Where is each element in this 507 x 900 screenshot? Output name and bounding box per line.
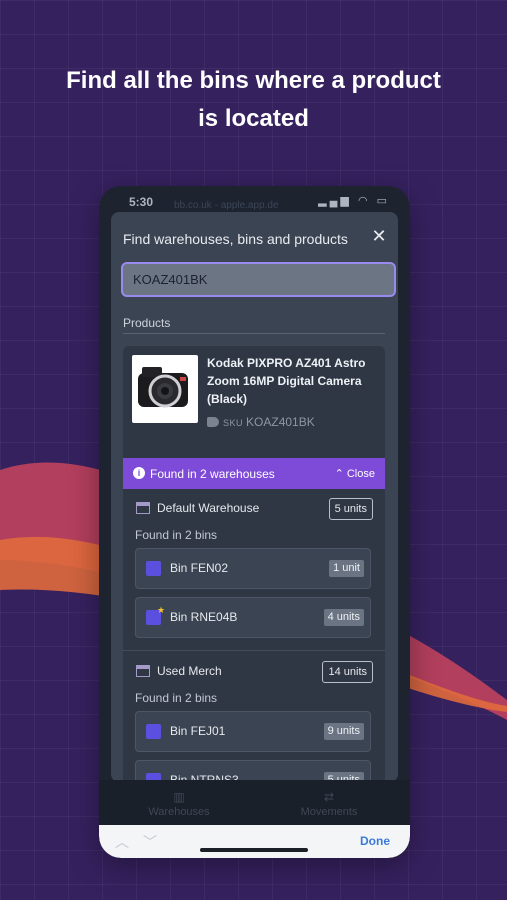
chevron-down-icon[interactable]: ﹀ [143,832,157,852]
product-image [132,355,198,423]
tab-label: Warehouses [148,806,210,818]
search-sheet: Find warehouses, bins and products ✕ KOA… [111,212,398,782]
tag-icon [207,417,219,427]
done-button[interactable]: Done [360,834,390,848]
warehouse-units-badge: 5 units [328,498,373,520]
bin-units-badge: 1 unit [329,560,364,577]
phone-frame: 5:30 ▂▄▆ ◠ ▭ bb.co.uk - apple.app.de Fin… [99,186,410,858]
warehouses-tab-icon: ▥ [173,790,185,804]
bin-units-badge: 9 units [323,723,364,740]
bin-row[interactable]: Bin FEJ01 9 units [135,711,371,752]
warehouse-section: Default Warehouse 5 units Found in 2 bin… [123,489,385,645]
background-url-text: bb.co.uk - apple.app.de [174,200,279,211]
home-indicator [200,848,308,852]
product-card[interactable]: Kodak PIXPRO AZ401 Astro Zoom 16MP Digit… [123,346,385,782]
bin-name: Bin FEJ01 [170,724,226,738]
sku-label: SKU [223,418,244,428]
keyboard-accessory-bar: ︿ ﹀ Done [99,825,410,858]
bin-name: Bin RNE04B [170,610,238,624]
movements-tab-icon: ⇄ [323,790,335,804]
chevron-up-icon[interactable]: ︿ [115,832,129,852]
bin-icon [146,561,161,576]
headline-line-1: Find all the bins where a product [66,67,441,94]
tab-movements[interactable]: ⇄ Movements [269,790,389,818]
bin-row[interactable]: ★ Bin RNE04B 4 units [135,597,371,638]
info-icon: i [133,467,145,479]
bin-row[interactable]: Bin FEN02 1 unit [135,548,371,589]
bin-icon [146,724,161,739]
headline: Find all the bins where a product is loc… [0,62,507,138]
close-icon[interactable]: ✕ [367,224,391,248]
warehouse-divider [123,650,385,651]
collapse-close-button[interactable]: ⌃ Close [335,467,375,480]
warehouse-icon [136,502,150,514]
tab-label: Movements [300,806,358,818]
star-icon: ★ [157,605,166,615]
tab-warehouses[interactable]: ▥ Warehouses [119,790,239,818]
warehouse-section: Used Merch 14 units Found in 2 bins Bin … [123,652,385,782]
found-warehouses-text: Found in 2 warehouses [150,467,275,481]
found-warehouses-bar: i Found in 2 warehouses ⌃ Close [123,458,385,489]
section-label-products: Products [123,316,171,330]
warehouse-icon [136,665,150,677]
product-sku: SKU KOAZ401BK [207,415,315,429]
status-icons: ▂▄▆ ◠ ▭ [318,195,390,207]
bin-name: Bin FEN02 [170,561,229,575]
found-bins-text: Found in 2 bins [135,691,218,705]
found-bins-text: Found in 2 bins [135,528,218,542]
product-name: Kodak PIXPRO AZ401 Astro Zoom 16MP Digit… [207,356,366,406]
status-time: 5:30 [129,195,154,209]
headline-line-2: is located [198,105,309,132]
camera-icon [138,367,188,408]
sheet-title: Find warehouses, bins and products [123,231,348,247]
warehouse-name: Default Warehouse [157,501,260,515]
sku-value: KOAZ401BK [246,415,315,429]
section-divider [123,333,385,334]
tab-bar: ▥ Warehouses ⇄ Movements [99,780,410,825]
bin-row[interactable]: Bin NTRNS3 5 units [135,760,371,782]
warehouse-name: Used Merch [157,664,222,678]
search-input[interactable]: KOAZ401BK [121,262,396,297]
warehouse-units-badge: 14 units [322,661,373,683]
bin-units-badge: 4 units [323,609,364,626]
